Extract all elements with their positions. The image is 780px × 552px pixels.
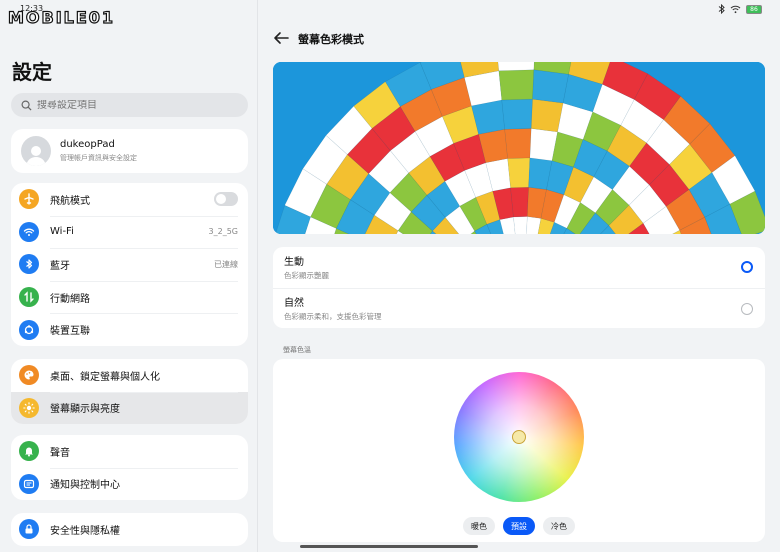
wifi-network-value: 3_2_5G bbox=[208, 227, 238, 237]
bell-icon bbox=[19, 441, 39, 462]
settings-group-sound: 聲音 通知與控制中心 bbox=[11, 435, 248, 501]
lock-icon bbox=[19, 519, 39, 540]
sidebar-item-notifications[interactable]: 通知與控制中心 bbox=[11, 467, 248, 501]
warm-button[interactable]: 暖色 bbox=[463, 517, 495, 535]
sidebar-item-label: 桌面、鎖定螢幕與個人化 bbox=[50, 371, 160, 383]
sidebar-item-label: 安全性與隱私權 bbox=[50, 525, 120, 537]
home-indicator[interactable] bbox=[300, 545, 478, 548]
watermark-text: MOBILE01 bbox=[7, 7, 116, 27]
sidebar-item-airplane-mode[interactable]: 飛航模式 bbox=[11, 183, 248, 216]
account-name: dukeopPad bbox=[60, 139, 115, 150]
hot-air-balloon-preview-image bbox=[273, 62, 765, 234]
sidebar-item-display-brightness[interactable]: 螢幕顯示與亮度 bbox=[11, 391, 248, 425]
mode-description: 色彩顯示艷麗 bbox=[284, 271, 329, 281]
color-wheel-handle[interactable] bbox=[512, 430, 526, 444]
status-icons: 86 bbox=[718, 4, 762, 14]
sidebar-item-label: 通知與控制中心 bbox=[50, 480, 120, 492]
sidebar-item-mobile-network[interactable]: 行動網路 bbox=[11, 280, 248, 314]
watermark-logo: MOBILE01 bbox=[7, 7, 116, 27]
settings-sidebar: 設定 dukeopPad 管理帳戶資訊與安全設定 飛航模式 Wi-Fi 3_2_… bbox=[0, 0, 258, 552]
bluetooth-status-value: 已連線 bbox=[214, 259, 238, 269]
color-mode-options: 生動 色彩顯示艷麗 自然 色彩顯示柔和，支援色彩管理 bbox=[273, 247, 765, 328]
airplane-mode-toggle[interactable] bbox=[214, 192, 238, 207]
wifi-status-icon bbox=[730, 5, 741, 13]
sidebar-item-label: 聲音 bbox=[50, 447, 70, 459]
account-card[interactable]: dukeopPad 管理帳戶資訊與安全設定 bbox=[11, 129, 248, 173]
bluetooth-icon bbox=[19, 254, 39, 275]
natural-radio[interactable] bbox=[741, 302, 753, 315]
airplane-icon bbox=[19, 189, 39, 210]
sidebar-item-personalization[interactable]: 桌面、鎖定螢幕與個人化 bbox=[11, 359, 248, 392]
mode-name: 自然 bbox=[284, 298, 304, 310]
color-wheel[interactable] bbox=[454, 372, 584, 502]
settings-group-display: 桌面、鎖定螢幕與個人化 螢幕顯示與亮度 bbox=[11, 359, 248, 425]
search-icon bbox=[21, 100, 32, 111]
sidebar-item-label: 裝置互聯 bbox=[50, 326, 90, 338]
mode-option-natural[interactable]: 自然 色彩顯示柔和，支援色彩管理 bbox=[273, 287, 765, 329]
default-button[interactable]: 預設 bbox=[503, 517, 535, 535]
mobile-network-icon bbox=[19, 287, 39, 308]
sun-icon bbox=[19, 397, 39, 418]
sidebar-item-label: 藍牙 bbox=[50, 260, 70, 272]
settings-group-connectivity: 飛航模式 Wi-Fi 3_2_5G 藍牙 已連線 行動網路 裝置互聯 bbox=[11, 183, 248, 346]
back-arrow-icon[interactable] bbox=[272, 30, 290, 46]
sidebar-item-sound[interactable]: 聲音 bbox=[11, 435, 248, 468]
sidebar-item-label: 飛航模式 bbox=[50, 195, 90, 207]
settings-group-security: 安全性與隱私權 bbox=[11, 513, 248, 546]
page-title-color-mode: 螢幕色彩模式 bbox=[298, 33, 364, 46]
palette-icon bbox=[19, 365, 39, 386]
mode-description: 色彩顯示柔和，支援色彩管理 bbox=[284, 312, 382, 322]
sidebar-item-security[interactable]: 安全性與隱私權 bbox=[11, 513, 248, 546]
color-temperature-card: 暖色 預設 冷色 bbox=[273, 359, 765, 542]
page-title: 設定 bbox=[12, 60, 52, 84]
user-icon bbox=[26, 146, 46, 166]
avatar bbox=[21, 136, 51, 166]
sidebar-item-label: 螢幕顯示與亮度 bbox=[50, 404, 120, 416]
vivid-radio[interactable] bbox=[741, 261, 753, 273]
wifi-icon bbox=[19, 221, 39, 242]
cool-button[interactable]: 冷色 bbox=[543, 517, 575, 535]
sidebar-item-bluetooth[interactable]: 藍牙 已連線 bbox=[11, 248, 248, 281]
sidebar-item-label: Wi-Fi bbox=[50, 226, 74, 238]
battery-indicator: 86 bbox=[746, 4, 762, 14]
sidebar-item-wifi[interactable]: Wi-Fi 3_2_5G bbox=[11, 215, 248, 249]
device-link-icon bbox=[19, 319, 39, 340]
search-bar[interactable] bbox=[11, 93, 248, 117]
bluetooth-status-icon bbox=[718, 4, 725, 14]
mode-option-vivid[interactable]: 生動 色彩顯示艷麗 bbox=[273, 247, 765, 288]
sidebar-item-device-link[interactable]: 裝置互聯 bbox=[11, 313, 248, 346]
mode-name: 生動 bbox=[284, 257, 304, 269]
notification-icon bbox=[19, 473, 39, 494]
temperature-presets: 暖色 預設 冷色 bbox=[463, 517, 575, 535]
sidebar-item-label: 行動網路 bbox=[50, 293, 90, 305]
search-input[interactable] bbox=[37, 99, 217, 111]
section-label-color-temperature: 螢幕色溫 bbox=[283, 346, 311, 354]
account-subtitle: 管理帳戶資訊與安全設定 bbox=[60, 154, 137, 162]
